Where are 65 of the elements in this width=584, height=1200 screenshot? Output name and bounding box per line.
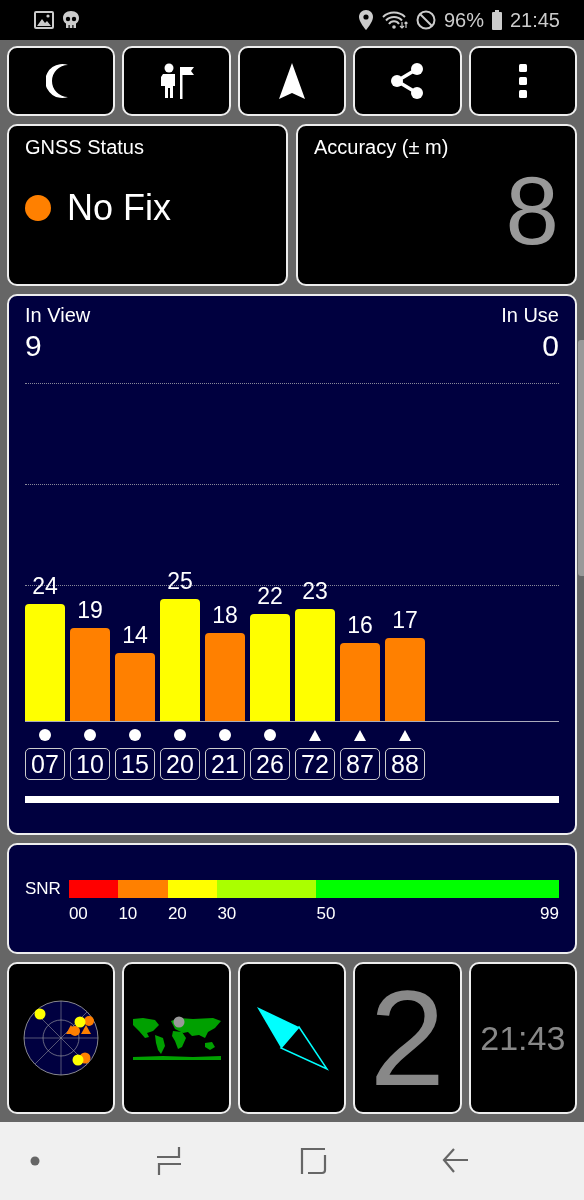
snr-value: 19 <box>77 597 103 625</box>
image-icon <box>34 11 54 29</box>
circle-icon <box>84 729 96 741</box>
fix-status: No Fix <box>67 187 171 229</box>
satellite-id: 10 <box>70 748 110 780</box>
circle-icon <box>174 729 186 741</box>
battery-percentage: 96% <box>443 8 484 32</box>
person-with-flag-icon <box>159 63 194 99</box>
back-icon[interactable] <box>442 1147 468 1175</box>
in-view-count: 9 <box>25 329 43 363</box>
in-view-label: In View <box>25 304 91 327</box>
snr-value: 23 <box>302 577 328 605</box>
satellite-id: 15 <box>115 748 155 780</box>
card-title: Accuracy (± m) <box>314 136 450 159</box>
circle-icon <box>129 729 141 741</box>
share-button[interactable] <box>353 46 462 116</box>
card-title: GNSS Status <box>25 136 145 159</box>
circle-icon <box>219 729 231 741</box>
triangle-icon <box>309 729 321 741</box>
guide-button[interactable] <box>122 46 231 116</box>
satellite-count: 2 <box>369 970 446 1106</box>
in-use-label: In Use <box>501 304 559 327</box>
arrow-icon <box>278 62 306 100</box>
scale-tick: 30 <box>217 903 237 924</box>
location-pin-icon <box>357 9 374 31</box>
scale-tick: 99 <box>540 903 559 924</box>
snr-value: 22 <box>257 582 283 610</box>
battery-icon <box>491 10 502 30</box>
home-icon[interactable] <box>298 1147 327 1175</box>
snr-label: SNR <box>25 878 61 899</box>
more-options-icon <box>517 63 528 99</box>
in-use-count: 0 <box>542 329 559 363</box>
triangle-icon <box>399 729 411 741</box>
satellite-id: 07 <box>25 748 65 780</box>
snr-value: 17 <box>392 607 418 635</box>
satellite-id: 87 <box>340 748 380 780</box>
fix-time: 21:43 <box>480 1018 566 1058</box>
accuracy-value: 8 <box>504 163 559 259</box>
share-icon <box>390 63 425 99</box>
menu-button[interactable] <box>468 46 578 116</box>
status-time: 21:45 <box>509 8 560 32</box>
scale-tick: 20 <box>167 903 187 924</box>
snr-value: 25 <box>167 568 193 595</box>
wifi-icon <box>381 10 408 30</box>
snr-value: 14 <box>122 621 148 649</box>
skull-icon <box>62 10 80 30</box>
recent-apps-icon[interactable] <box>155 1146 184 1176</box>
satellite-id: 26 <box>250 748 290 780</box>
scale-tick: 10 <box>118 903 138 924</box>
scale-tick: 00 <box>68 903 88 924</box>
scale-tick: 50 <box>316 903 336 924</box>
triangle-icon <box>354 729 366 741</box>
satellite-id: 88 <box>385 748 425 780</box>
navigate-button[interactable] <box>237 46 347 116</box>
circle-icon <box>39 729 51 741</box>
do-not-disturb-icon <box>415 10 436 30</box>
satellite-id: 21 <box>205 748 245 780</box>
satellite-id: 72 <box>295 748 335 780</box>
circle-icon <box>264 729 276 741</box>
snr-value: 24 <box>32 572 58 600</box>
snr-value: 18 <box>212 602 238 630</box>
dot-icon[interactable] <box>30 1156 40 1166</box>
satellite-id: 20 <box>160 748 200 780</box>
night-mode-button[interactable] <box>7 46 116 116</box>
snr-value: 16 <box>347 611 373 639</box>
